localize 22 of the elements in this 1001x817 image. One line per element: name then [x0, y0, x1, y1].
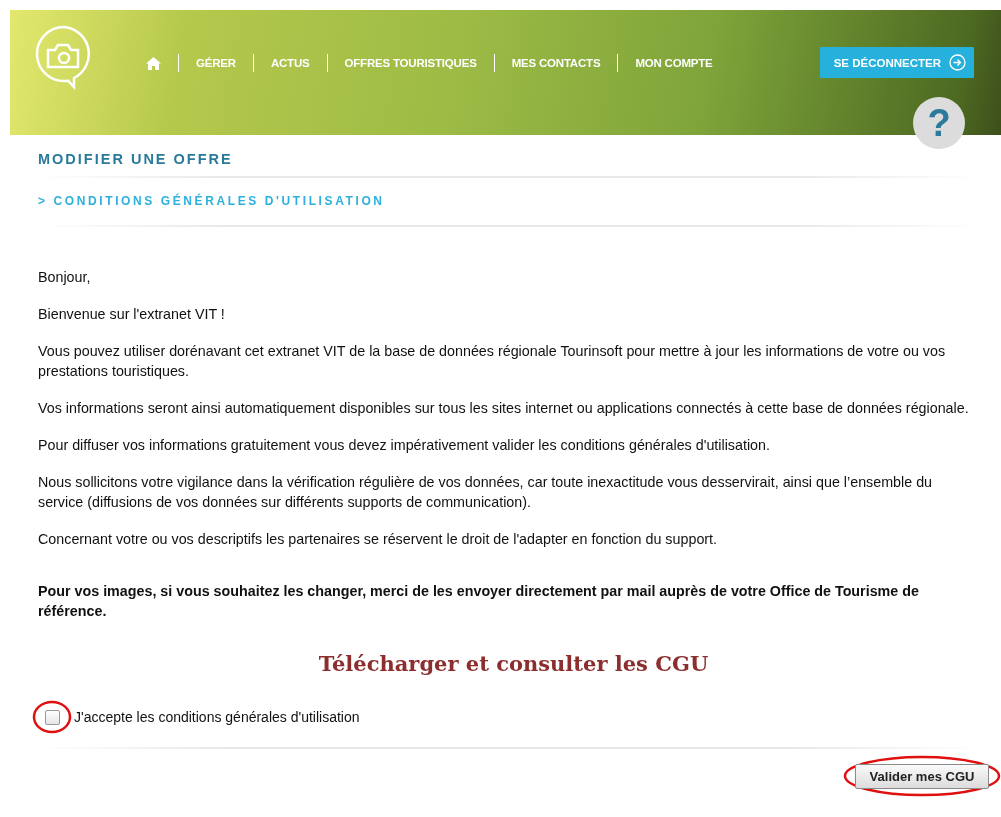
help-button[interactable]: ?: [913, 97, 965, 149]
paragraph: Bienvenue sur l'extranet VIT !: [38, 305, 226, 324]
page-title: MODIFIER UNE OFFRE: [38, 151, 234, 167]
nav-link[interactable]: OFFRES TOURISTIQUES: [327, 57, 494, 69]
arrow-circle-icon: [949, 54, 966, 71]
download-link[interactable]: Télécharger et consulter les CGU: [310, 651, 709, 676]
accept-checkbox[interactable]: [44, 709, 60, 725]
submit-button[interactable]: Valider mes CGU: [854, 763, 990, 789]
nav-link[interactable]: ACTUS: [253, 57, 327, 69]
paragraph: Vous pouvez utiliser dorénavant cet extranet VIT de la base de données régionale Tourinsoft pour mettre à jour les informations de votre ou vos prestations touristiques.: [38, 342, 947, 381]
nav-link[interactable]: MON COMPTE: [618, 57, 730, 69]
paragraph: Bonjour,: [38, 268, 92, 287]
paragraph: Concernant votre ou vos descriptifs les partenaires se réservent le droit de l'adapter en fonction du support.: [38, 530, 719, 549]
paragraph: Vos informations seront ainsi automatiquement disponibles sur tous les sites internet ou applications connectés à cette base de données régionale.: [38, 399, 970, 418]
nav-link[interactable]: MES CONTACTS: [494, 57, 618, 69]
section-title: > CONDITIONS GÉNÉRALES D'UTILISATION: [38, 194, 386, 208]
logout-button[interactable]: SE DÉCONNECTER: [819, 47, 974, 78]
paragraph: Pour vos images, si vous souhaitez les changer, merci de les envoyer directement par mail auprès de votre Office de Tourisme de référence.: [38, 582, 920, 621]
paragraph: Pour diffuser vos informations gratuitement vous devez impérativement valider les conditions générales d'utilisation.: [38, 436, 771, 455]
nav-link[interactable]: GÉRER: [179, 57, 253, 69]
paragraph: Nous sollicitons votre vigilance dans la vérification régulière de vos données, car toute inexactitude vous desservirait, ainsi que l’ensemble du service (diffusions de vos données sur différents supports de communication).: [38, 473, 934, 512]
checkbox-label[interactable]: J'accepte les conditions générales d'utilisation: [74, 709, 360, 725]
